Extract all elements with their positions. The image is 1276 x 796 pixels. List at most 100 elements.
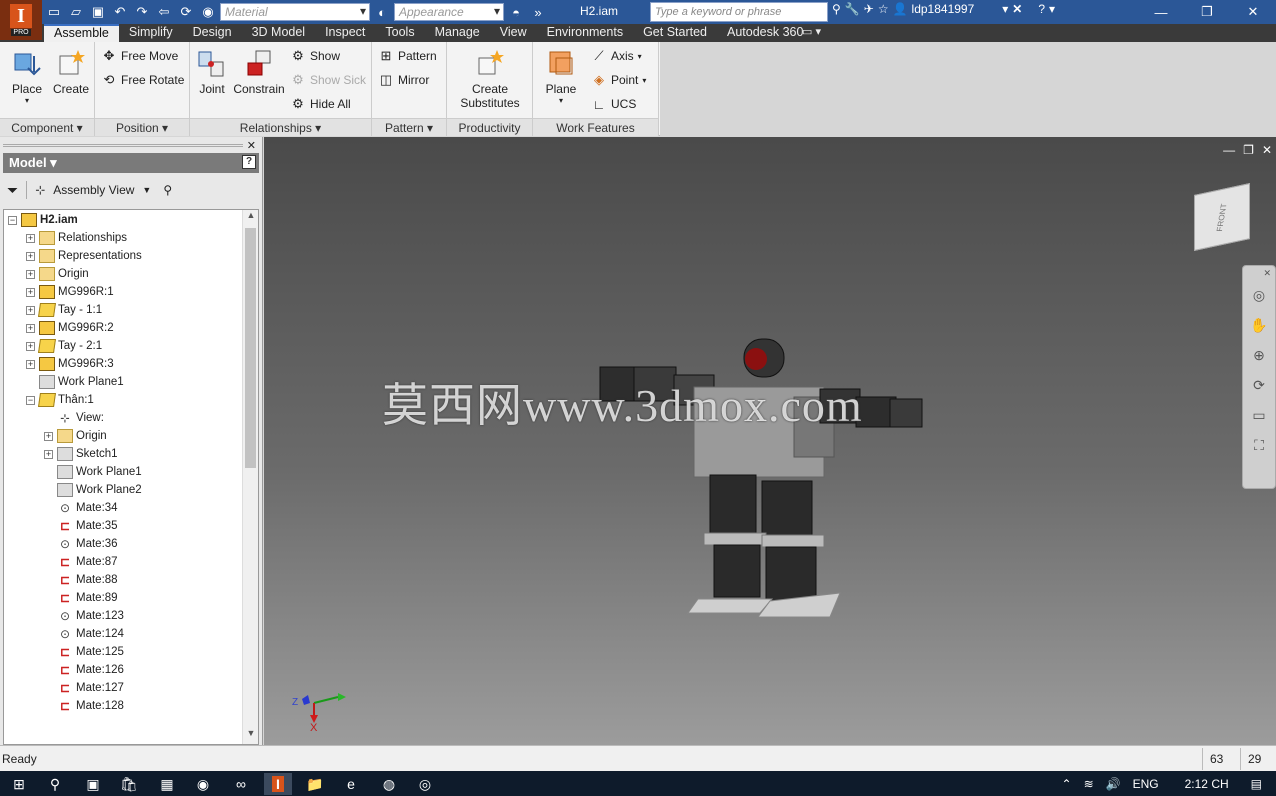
ucs-button[interactable]: ∟ UCS xyxy=(591,94,637,114)
expand-icon[interactable]: + xyxy=(26,341,35,351)
tree-node[interactable]: ⊙ Mate:36 xyxy=(44,535,118,553)
tree-node[interactable]: ⊏ Mate:126 xyxy=(44,661,124,679)
tab-inspect[interactable]: Inspect xyxy=(315,24,375,42)
pattern-button[interactable]: ⊞ Pattern xyxy=(378,46,437,66)
component-group-label[interactable]: Component ▾ xyxy=(0,118,94,136)
tab-tools[interactable]: Tools xyxy=(375,24,424,42)
inventor-taskbar-icon[interactable]: I xyxy=(264,773,292,795)
arduino-icon[interactable]: ∞ xyxy=(230,773,252,795)
tree-node[interactable]: ⊏ Mate:127 xyxy=(44,679,124,697)
user-name[interactable]: ldp1841997 xyxy=(912,2,975,16)
relationships-group-label[interactable]: Relationships ▾ xyxy=(190,118,371,136)
close-icon[interactable]: ✕ xyxy=(1230,0,1276,24)
appearance-dropdown[interactable]: Appearance xyxy=(394,3,504,21)
tree-node[interactable]: + Tay - 2:1 xyxy=(26,337,102,355)
help-search-input[interactable]: Type a keyword or phrase xyxy=(650,2,828,22)
tree-node[interactable]: ⊹ View: xyxy=(44,409,104,427)
open-folder-icon[interactable]: ▱ xyxy=(66,3,86,21)
help-dropdown-chevron-icon[interactable]: ▾ xyxy=(1049,2,1055,16)
tree-node[interactable]: ⊏ Mate:128 xyxy=(44,697,124,715)
viewport-restore-icon[interactable]: ❐ xyxy=(1243,143,1254,157)
tree-node[interactable]: + Origin xyxy=(44,427,107,445)
tree-node[interactable]: ⊏ Mate:88 xyxy=(44,571,118,589)
app-icon-1[interactable]: ▦ xyxy=(156,773,178,795)
orbit-icon[interactable]: ⟳ xyxy=(1243,370,1275,400)
assembly-view-dropdown[interactable]: Assembly View xyxy=(53,183,134,197)
tab-manage[interactable]: Manage xyxy=(425,24,490,42)
task-view-icon[interactable]: ▣ xyxy=(82,773,104,795)
clear-appearance-icon[interactable]: ◓ xyxy=(506,3,526,21)
show-button[interactable]: ⚙ Show xyxy=(290,46,340,66)
collapse-icon[interactable]: − xyxy=(26,395,35,405)
file-explorer-icon[interactable]: 📁 xyxy=(304,773,326,795)
scroll-thumb[interactable] xyxy=(245,228,256,468)
free-rotate-button[interactable]: ⟲ Free Rotate xyxy=(101,70,185,90)
hide-all-button[interactable]: ⚙ Hide All xyxy=(290,94,351,114)
viewport-close-icon[interactable]: ✕ xyxy=(1262,143,1272,157)
steering-wheel-icon[interactable]: ◎ xyxy=(1243,280,1275,310)
panel-grip[interactable] xyxy=(3,144,243,147)
assembly-view-chevron-icon[interactable]: ▼ xyxy=(142,185,151,195)
tab-assemble[interactable]: Assemble xyxy=(44,24,119,42)
tree-scrollbar[interactable]: ▲ ▼ xyxy=(242,210,258,744)
tree-node[interactable]: + MG996R:2 xyxy=(26,319,114,337)
viewport-minimize-icon[interactable]: — xyxy=(1223,143,1235,157)
update-icon[interactable]: ⟳ xyxy=(176,3,196,21)
expand-icon[interactable]: + xyxy=(26,251,35,261)
expand-icon[interactable]: + xyxy=(26,305,35,315)
edge-browser-icon[interactable]: e xyxy=(340,773,362,795)
help-icon[interactable]: ? xyxy=(1038,2,1045,16)
tree-node[interactable]: ⊏ Mate:35 xyxy=(44,517,118,535)
tree-node[interactable]: Work Plane2 xyxy=(44,481,142,499)
tab-design[interactable]: Design xyxy=(183,24,242,42)
place-dropdown-chevron-icon[interactable]: ▾ xyxy=(2,96,52,105)
tree-node[interactable]: − Thân:1 xyxy=(26,391,94,409)
wifi-icon[interactable]: ≋ xyxy=(1084,777,1094,791)
app-icon-2017[interactable]: ◉ xyxy=(192,773,214,795)
mirror-button[interactable]: ◫ Mirror xyxy=(378,70,429,90)
minimize-icon[interactable]: — xyxy=(1138,0,1184,24)
satellite-icon[interactable]: ✈ xyxy=(864,2,874,16)
app-icon-circle[interactable]: ◎ xyxy=(414,773,436,795)
more-chevron-icon[interactable]: » xyxy=(528,3,548,21)
tab-autodesk-360[interactable]: Autodesk 360 xyxy=(717,24,813,42)
exchange-x-icon[interactable]: ✕ xyxy=(1012,2,1022,16)
tree-node[interactable]: − H2.iam xyxy=(8,211,78,229)
expand-icon[interactable]: + xyxy=(26,323,35,333)
restore-icon[interactable]: ❐ xyxy=(1184,0,1230,24)
language-indicator[interactable]: ENG xyxy=(1133,777,1159,791)
navbar-close-icon[interactable]: ✕ xyxy=(1243,266,1275,280)
tray-expand-chevron-icon[interactable]: ⌃ xyxy=(1062,777,1072,791)
look-at-icon[interactable]: ▭ xyxy=(1243,400,1275,430)
expand-icon[interactable]: + xyxy=(44,449,53,459)
scroll-down-icon[interactable]: ▼ xyxy=(243,728,258,744)
ribbon-display-options-icon[interactable]: ▭ ▾ xyxy=(802,24,821,41)
tree-node[interactable]: ⊙ Mate:124 xyxy=(44,625,124,643)
place-button[interactable]: Place ▾ xyxy=(2,46,52,105)
favorites-star-icon[interactable]: ☆ xyxy=(878,2,889,16)
scroll-up-icon[interactable]: ▲ xyxy=(243,210,258,226)
binoculars-icon[interactable]: ⚲ xyxy=(832,2,841,16)
expand-icon[interactable]: + xyxy=(26,269,35,279)
volume-icon[interactable]: 🔊 xyxy=(1106,777,1121,791)
tree-node[interactable]: + Tay - 1:1 xyxy=(26,301,102,319)
tree-node[interactable]: + MG996R:3 xyxy=(26,355,114,373)
tree-node[interactable]: + MG996R:1 xyxy=(26,283,114,301)
application-menu-button[interactable]: I PRO xyxy=(0,0,42,40)
expand-icon[interactable]: + xyxy=(26,359,35,369)
tree-node[interactable]: ⊙ Mate:123 xyxy=(44,607,124,625)
user-icon[interactable]: 👤 xyxy=(893,2,908,16)
tree-node[interactable]: ⊏ Mate:125 xyxy=(44,643,124,661)
create-substitutes-button[interactable]: Create Substitutes xyxy=(455,46,525,110)
panel-close-icon[interactable]: ✕ xyxy=(247,139,256,152)
plane-dropdown-chevron-icon[interactable]: ▾ xyxy=(537,96,585,105)
axis-button[interactable]: ⟋ Axis ▾ xyxy=(591,46,641,66)
new-file-icon[interactable]: ▭ xyxy=(44,3,64,21)
user-dropdown-chevron-icon[interactable]: ▾ xyxy=(1002,2,1008,16)
expand-icon[interactable]: + xyxy=(26,287,35,297)
expand-icon[interactable]: + xyxy=(26,233,35,243)
tree-node[interactable]: ⊏ Mate:89 xyxy=(44,589,118,607)
point-button[interactable]: ◈ Point ▾ xyxy=(591,70,646,90)
tab-view[interactable]: View xyxy=(490,24,537,42)
tree-node[interactable]: ⊏ Mate:87 xyxy=(44,553,118,571)
